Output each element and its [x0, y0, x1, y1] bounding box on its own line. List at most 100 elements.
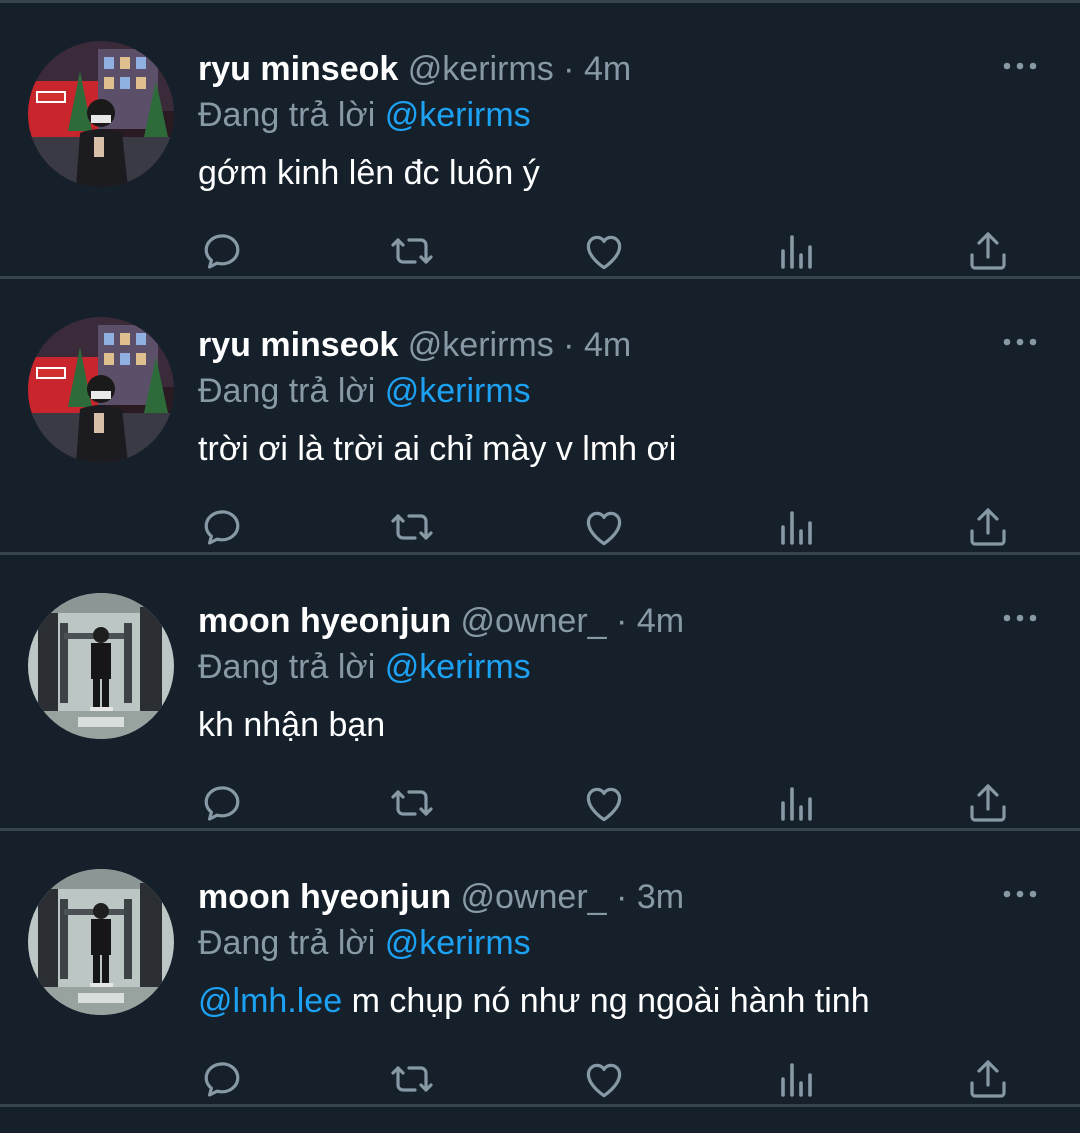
tweet-item[interactable]: ryu minseok @kerirms · 4m Đang trả lời @… [0, 279, 1080, 555]
avatar[interactable] [28, 317, 174, 463]
reply-button[interactable] [198, 1055, 246, 1103]
tweet-content: moon hyeonjun @owner_ · 4m Đang trả lời … [198, 599, 1000, 747]
tweet-text-body: m chụp nó như ng ngoài hành tinh [351, 982, 870, 1020]
share-button[interactable] [964, 503, 1012, 551]
tweet-header: moon hyeonjun @owner_ · 3m [198, 875, 1000, 919]
display-name[interactable]: moon hyeonjun [198, 602, 451, 640]
share-icon [964, 503, 1012, 551]
separator-dot: · [616, 602, 628, 640]
timestamp[interactable]: 4m [637, 602, 684, 640]
retweet-icon [388, 503, 436, 551]
tweet-text-body: trời ơi là trời ai chỉ mày v lmh ơi [198, 430, 677, 468]
tweet-text: trời ơi là trời ai chỉ mày v lmh ơi [198, 427, 1000, 471]
heart-icon [580, 503, 628, 551]
reply-target-link[interactable]: @kerirms [385, 924, 531, 962]
more-icon[interactable] [1002, 59, 1038, 73]
reply-context: Đang trả lời @kerirms [198, 645, 1000, 689]
mention-link[interactable]: @lmh.lee [198, 982, 342, 1020]
separator-dot: · [616, 878, 628, 916]
reply-icon [198, 779, 246, 827]
tweet-feed: ryu minseok @kerirms · 4m Đang trả lời @… [0, 0, 1080, 1133]
analytics-button[interactable] [772, 779, 820, 827]
more-icon[interactable] [1002, 335, 1038, 349]
separator-dot: · [563, 50, 575, 88]
user-handle[interactable]: @kerirms [408, 50, 554, 88]
retweet-button[interactable] [388, 779, 436, 827]
tweet-item[interactable]: ryu minseok @kerirms · 4m Đang trả lời @… [0, 3, 1080, 279]
tweet-text: kh nhận bạn [198, 703, 1000, 747]
reply-icon [198, 1055, 246, 1103]
reply-prefix: Đang trả lời [198, 96, 376, 134]
timestamp[interactable]: 4m [584, 50, 631, 88]
like-button[interactable] [580, 1055, 628, 1103]
analytics-icon [772, 779, 820, 827]
reply-button[interactable] [198, 227, 246, 275]
tweet-content: ryu minseok @kerirms · 4m Đang trả lời @… [198, 323, 1000, 471]
share-icon [964, 1055, 1012, 1103]
reply-target-link[interactable]: @kerirms [385, 96, 531, 134]
timestamp[interactable]: 3m [637, 878, 684, 916]
share-button[interactable] [964, 1055, 1012, 1103]
user-handle[interactable]: @owner_ [461, 878, 607, 916]
user-handle[interactable]: @kerirms [408, 326, 554, 364]
retweet-button[interactable] [388, 227, 436, 275]
tweet-content: moon hyeonjun @owner_ · 3m Đang trả lời … [198, 875, 1000, 1023]
reply-icon [198, 227, 246, 275]
display-name[interactable]: ryu minseok [198, 326, 398, 364]
share-icon [964, 779, 1012, 827]
share-button[interactable] [964, 227, 1012, 275]
tweet-actions [198, 779, 1018, 829]
reply-target-link[interactable]: @kerirms [385, 648, 531, 686]
user-handle[interactable]: @owner_ [461, 602, 607, 640]
retweet-button[interactable] [388, 503, 436, 551]
analytics-button[interactable] [772, 503, 820, 551]
analytics-button[interactable] [772, 1055, 820, 1103]
display-name[interactable]: ryu minseok [198, 50, 398, 88]
retweet-button[interactable] [388, 1055, 436, 1103]
reply-prefix: Đang trả lời [198, 924, 376, 962]
reply-target-link[interactable]: @kerirms [385, 372, 531, 410]
avatar[interactable] [28, 41, 174, 187]
like-button[interactable] [580, 227, 628, 275]
tweet-header: moon hyeonjun @owner_ · 4m [198, 599, 1000, 643]
heart-icon [580, 779, 628, 827]
display-name[interactable]: moon hyeonjun [198, 878, 451, 916]
share-button[interactable] [964, 779, 1012, 827]
tweet-item[interactable]: moon hyeonjun @owner_ · 3m Đang trả lời … [0, 831, 1080, 1107]
heart-icon [580, 227, 628, 275]
tweet-actions [198, 227, 1018, 277]
reply-context: Đang trả lời @kerirms [198, 921, 1000, 965]
tweet-text-body: kh nhận bạn [198, 706, 386, 744]
analytics-icon [772, 503, 820, 551]
retweet-icon [388, 779, 436, 827]
reply-button[interactable] [198, 503, 246, 551]
heart-icon [580, 1055, 628, 1103]
avatar[interactable] [28, 869, 174, 1015]
reply-prefix: Đang trả lời [198, 648, 376, 686]
reply-prefix: Đang trả lời [198, 372, 376, 410]
avatar-image [28, 593, 174, 739]
like-button[interactable] [580, 779, 628, 827]
retweet-icon [388, 227, 436, 275]
reply-button[interactable] [198, 779, 246, 827]
analytics-button[interactable] [772, 227, 820, 275]
reply-icon [198, 503, 246, 551]
retweet-icon [388, 1055, 436, 1103]
avatar[interactable] [28, 593, 174, 739]
timestamp[interactable]: 4m [584, 326, 631, 364]
analytics-icon [772, 1055, 820, 1103]
avatar-image [28, 317, 174, 463]
tweet-text: gớm kinh lên đc luôn ý [198, 151, 1000, 195]
avatar-image [28, 869, 174, 1015]
reply-context: Đang trả lời @kerirms [198, 93, 1000, 137]
tweet-content: ryu minseok @kerirms · 4m Đang trả lời @… [198, 47, 1000, 195]
separator-dot: · [563, 326, 575, 364]
more-icon[interactable] [1002, 611, 1038, 625]
avatar-image [28, 41, 174, 187]
more-icon[interactable] [1002, 887, 1038, 901]
like-button[interactable] [580, 503, 628, 551]
tweet-item[interactable]: moon hyeonjun @owner_ · 4m Đang trả lời … [0, 555, 1080, 831]
tweet-header: ryu minseok @kerirms · 4m [198, 47, 1000, 91]
tweet-actions [198, 503, 1018, 553]
share-icon [964, 227, 1012, 275]
